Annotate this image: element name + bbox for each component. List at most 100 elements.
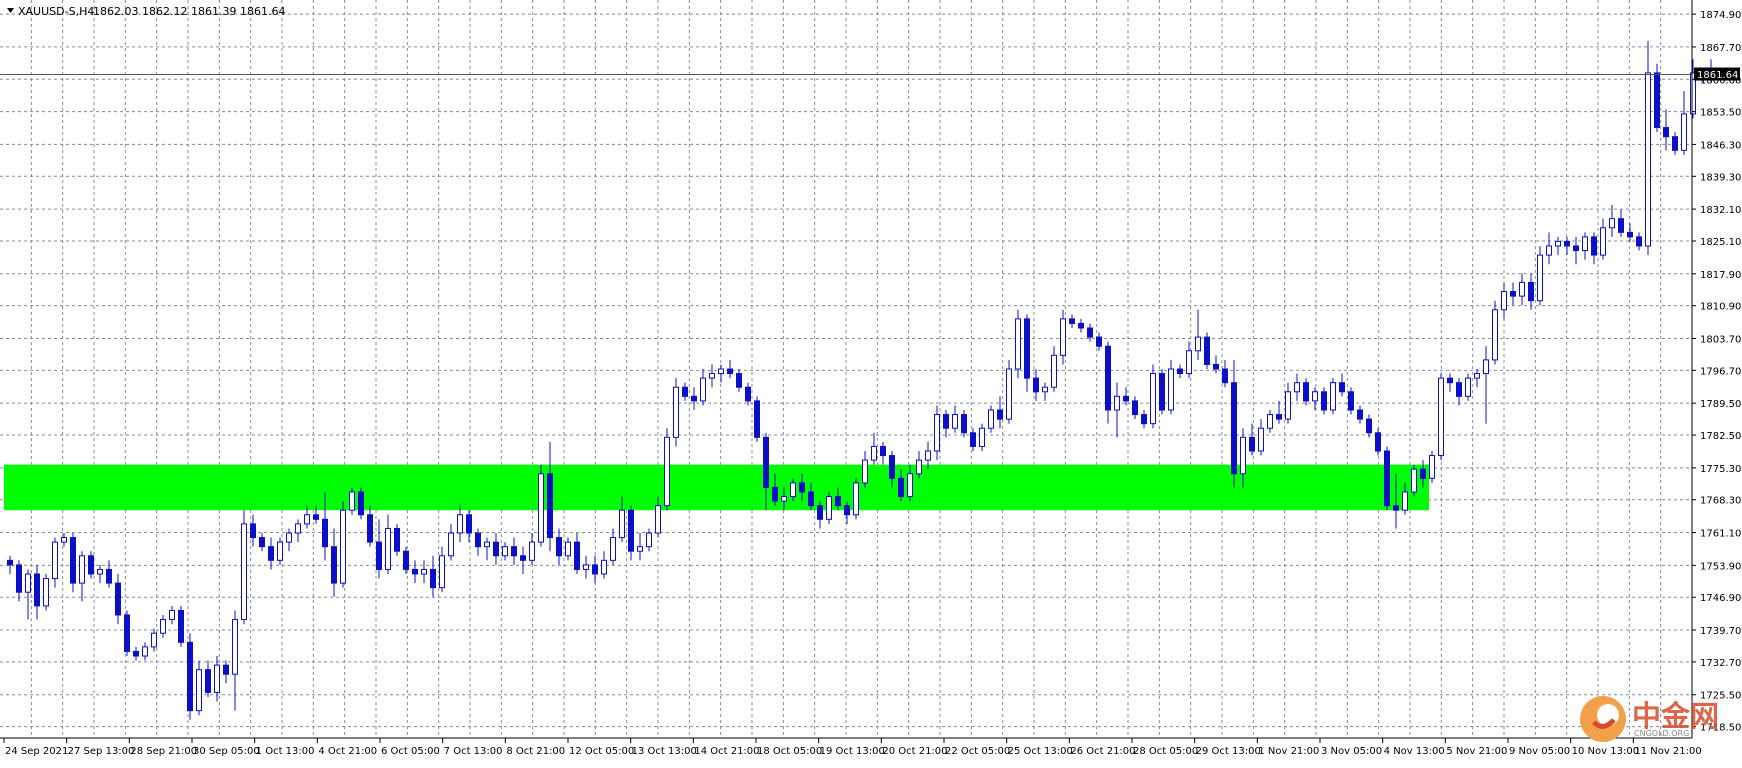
candle-body-down [628,509,634,552]
candle-body-down [1420,468,1426,479]
candle-body-down [1510,291,1516,297]
candle-body-down [1159,373,1165,411]
candle-body-down [763,436,769,488]
price-label: 1768.30 [1700,496,1741,507]
candle-body-up [1312,391,1318,402]
candle-body-down [1204,336,1210,365]
candle-body-up [25,573,31,593]
time-label: 7 Oct 13:00 [444,746,503,757]
watermark-url: CNGOLD.ORG [1634,729,1689,738]
candle-body-up [907,473,913,498]
price-label: 1761.10 [1700,529,1741,540]
candle-body-up [502,546,508,557]
candle-body-down [1249,436,1255,452]
time-label: 1 Oct 13:00 [256,746,315,757]
time-label: 27 Sep 13:00 [68,746,135,757]
candle [1330,378,1336,415]
candle-body-down [34,573,40,607]
candle-body-down [1591,236,1597,256]
support-zone [4,464,1429,511]
trading-chart-window[interactable]: 1874.90 1867.70 1860.60 1853.50 1846.30 1839.… [0,0,1742,764]
candle-body-up [1609,218,1615,229]
time-label: 12 Oct 05:00 [569,746,634,757]
candle-body-up [1051,354,1057,388]
candle [1384,446,1390,511]
time-label: 24 Sep 2021 [5,746,68,757]
candle-body-up [952,414,958,429]
candle-body-up [934,414,940,452]
candle [1411,464,1417,497]
time-label: 28 Sep 21:00 [130,746,197,757]
time-label: 10 Nov 13:00 [1572,746,1639,757]
candle-body-down [493,541,499,557]
candle-body-down [754,400,760,438]
candle-body-up [1555,240,1561,247]
watermark-brand: 中金网 [1632,699,1719,733]
candle-body-up [277,541,283,561]
candle-body-up [583,564,589,570]
candle-body-up [295,523,301,534]
candle-body-up [1483,359,1489,375]
candle-body-down [1564,240,1570,247]
candle-body-up [1114,395,1120,411]
time-label: 25 Oct 13:00 [1008,746,1073,757]
time-label: 1 Nov 21:00 [1258,746,1319,757]
price-label: 1853.50 [1700,108,1741,119]
candle-body-down [367,514,373,543]
candle-body-up [781,496,787,502]
price-label: 1796.70 [1700,366,1741,377]
candle-body-up [610,537,616,561]
candle-body-down [1177,368,1183,375]
candle-body-up [1258,427,1264,452]
candle-body-down [1078,322,1084,329]
candle-body-down [727,368,733,375]
candle [1375,428,1381,456]
candle-body-up [484,541,490,548]
candle-body-up [1501,291,1507,311]
candle-body-down [1303,382,1309,402]
candle [673,378,679,447]
candle-body-up [1645,72,1651,247]
price-chart[interactable]: 1874.901867.701860.601853.501846.301839.… [0,0,1742,764]
candle-body-down [358,491,364,516]
candle-body-down [70,537,76,584]
candle-body-up [1330,382,1336,411]
time-label: 6 Oct 05:00 [381,746,440,757]
candle [1006,359,1012,424]
candle-body-up [169,609,175,621]
candle-body-up [304,514,310,525]
candle-body-up [52,541,58,580]
current-price-badge: 1861.64 [1694,67,1740,81]
candle [1492,300,1498,365]
ohlc-readout: 1862.03 1862.12 1861.39 1861.64 [93,5,285,18]
candle-body-down [898,477,904,498]
candle [178,605,184,647]
price-label: 1832.10 [1700,205,1741,216]
candle-body-down [250,523,256,539]
candle [853,478,859,520]
candle-body-up [196,669,202,712]
candle [1204,332,1210,369]
candle-body-down [313,514,319,520]
candle-body-down [772,486,778,502]
candle-body-down [961,414,967,434]
candle-body-up [646,532,652,548]
candle-body-down [430,568,436,589]
candle-body-down [268,546,274,561]
candle-body-down [682,386,688,397]
candle-body-up [1402,491,1408,511]
candle [277,537,283,565]
candle [124,610,130,656]
candle-body-down [844,505,850,516]
candle-body-down [592,564,598,575]
candle-body-down [259,537,265,548]
time-label: 13 Oct 13:00 [632,746,697,757]
candle-body-up [1060,318,1066,356]
candle-body-down [394,527,400,552]
candle-body-down [817,505,823,520]
candle-body-down [403,550,409,570]
candle [1150,364,1156,429]
candle-body-down [1033,377,1039,393]
candle-body-up [1294,382,1300,393]
candle-body-down [808,491,814,507]
